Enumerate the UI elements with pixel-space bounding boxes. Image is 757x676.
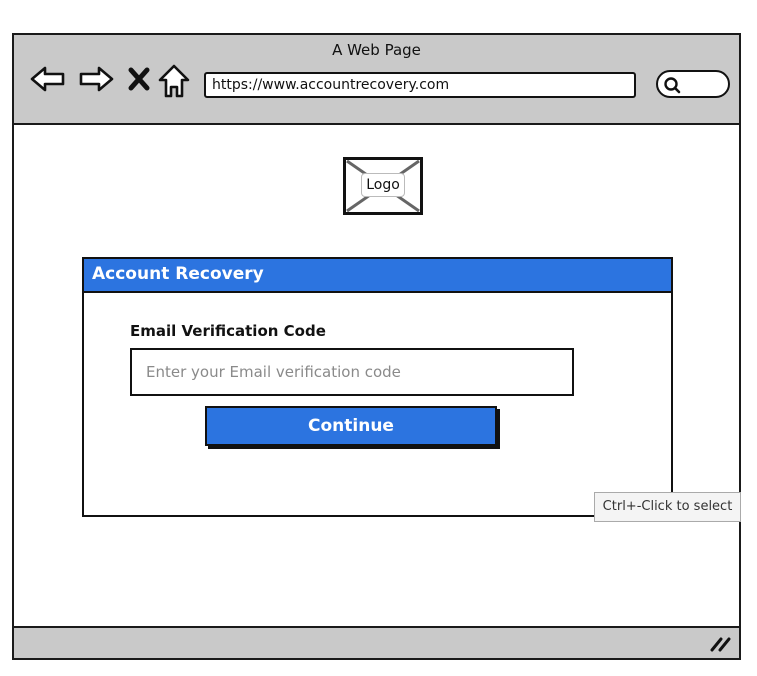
forward-arrow-icon[interactable] <box>77 63 115 95</box>
browser-search-field[interactable] <box>656 70 730 98</box>
browser-window: A Web Page https://www.accountrecovery.c… <box>12 33 741 660</box>
verification-code-label: Email Verification Code <box>130 322 326 340</box>
back-arrow-icon[interactable] <box>29 63 67 95</box>
resize-grip-icon[interactable] <box>709 633 733 653</box>
close-icon[interactable] <box>126 63 152 95</box>
logo-placeholder: Logo <box>343 157 423 215</box>
window-title: A Web Page <box>332 41 421 59</box>
panel-title: Account Recovery <box>84 259 671 293</box>
status-bar <box>14 626 739 658</box>
logo-label: Logo <box>361 173 405 197</box>
selection-tooltip: Ctrl+-Click to select <box>594 492 741 522</box>
browser-toolbar: A Web Page https://www.accountrecovery.c… <box>14 35 739 125</box>
home-icon[interactable] <box>157 63 191 99</box>
verification-code-input[interactable] <box>130 348 574 396</box>
search-icon <box>664 77 681 94</box>
account-recovery-panel: Account Recovery Email Verification Code… <box>82 257 673 517</box>
address-bar[interactable]: https://www.accountrecovery.com <box>204 72 636 98</box>
continue-button[interactable]: Continue <box>205 406 497 446</box>
